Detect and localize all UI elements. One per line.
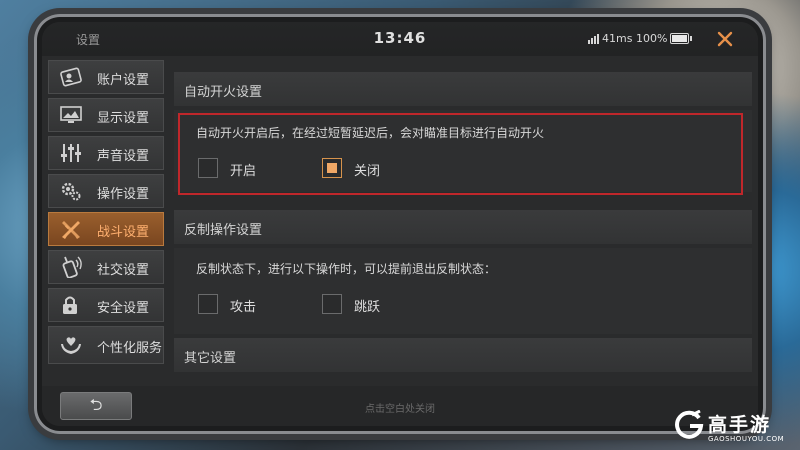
crossed-guns-icon: [62, 221, 80, 239]
close-hint: 点击空白处关闭: [365, 404, 435, 415]
status-bar: 设置 13:46 41ms 100%: [42, 22, 758, 56]
counter-jump-checkbox[interactable]: [322, 294, 342, 314]
monitor-icon: [60, 106, 82, 123]
gears-icon: [61, 182, 81, 201]
sidebar-item-label: 显示设置: [97, 111, 150, 126]
sidebar-item-label: 个性化服务: [97, 341, 163, 356]
sidebar-item-account[interactable]: 账户设置: [48, 60, 164, 94]
sidebar-item-label: 操作设置: [97, 187, 150, 202]
heart-hands-icon: [61, 337, 81, 354]
option-label: 开启: [230, 164, 257, 179]
sidebar-item-label: 声音设置: [97, 149, 150, 164]
sidebar-item-label: 社交设置: [97, 263, 150, 278]
battery-percent: 100%: [636, 32, 668, 45]
sidebar-item-security[interactable]: 安全设置: [48, 288, 164, 322]
sidebar-item-personalization[interactable]: 个性化服务: [48, 326, 164, 364]
sliders-icon: [61, 144, 81, 162]
settings-content: 自动开火设置 自动开火开启后，在经过短暂延迟后，会对瞄准目标进行自动开火 开启 …: [174, 60, 752, 386]
settings-screen: 设置 13:46 41ms 100% 账户设置 显示设置 声音设置 操作设置 战…: [42, 22, 758, 426]
section-header-auto-fire: 自动开火设置: [174, 72, 752, 106]
sidebar-item-label: 账户设置: [97, 73, 150, 88]
watermark-logo-icon: [675, 410, 704, 439]
sidebar-item-label: 安全设置: [97, 301, 150, 316]
sidebar-item-display[interactable]: 显示设置: [48, 98, 164, 132]
sidebar-item-social[interactable]: 社交设置: [48, 250, 164, 284]
sidebar-item-label: 战斗设置: [97, 225, 150, 240]
ping-value: 41ms: [602, 32, 633, 45]
counter-attack-checkbox[interactable]: [198, 294, 218, 314]
sidebar-item-combat[interactable]: 战斗设置: [48, 212, 164, 246]
section-description: 反制状态下，进行以下操作时，可以提前退出反制状态：: [196, 262, 497, 276]
watermark-brand: 高手游: [708, 414, 772, 436]
sidebar-item-controls[interactable]: 操作设置: [48, 174, 164, 208]
auto-fire-off-checkbox[interactable]: [322, 158, 342, 178]
auto-fire-on-checkbox[interactable]: [198, 158, 218, 178]
section-header-other: 其它设置: [174, 338, 752, 372]
option-label: 跳跃: [354, 300, 381, 315]
settings-sidebar: 账户设置 显示设置 声音设置 操作设置 战斗设置 社交设置 安全设置 个性化服务: [48, 60, 170, 386]
section-body-counter: 反制状态下，进行以下操作时，可以提前退出反制状态： 攻击 跳跃: [174, 248, 752, 334]
sidebar-item-sound[interactable]: 声音设置: [48, 136, 164, 170]
watermark-url: GAOSHOUYOU.COM: [708, 435, 785, 443]
section-description: 自动开火开启后，在经过短暂延迟后，会对瞄准目标进行自动开火: [196, 126, 545, 140]
section-title: 反制操作设置: [184, 223, 263, 238]
section-header-counter: 反制操作设置: [174, 210, 752, 244]
signal-icon: [588, 34, 602, 44]
section-title: 其它设置: [184, 351, 237, 366]
close-icon: [717, 31, 733, 47]
bottom-bar: ⮌ 点击空白处关闭: [42, 386, 758, 426]
section-body-auto-fire: 自动开火开启后，在经过短暂延迟后，会对瞄准目标进行自动开火 开启 关闭: [174, 110, 752, 192]
option-label: 关闭: [354, 164, 381, 179]
account-card-icon: [60, 67, 82, 87]
option-label: 攻击: [230, 300, 257, 315]
section-title: 自动开火设置: [184, 85, 263, 100]
close-button[interactable]: [710, 24, 740, 54]
lock-icon: [63, 296, 77, 314]
battery-icon: [670, 33, 692, 44]
walkie-talkie-icon: [62, 256, 82, 278]
watermark: 高手游 GAOSHOUYOU.COM: [672, 408, 800, 450]
